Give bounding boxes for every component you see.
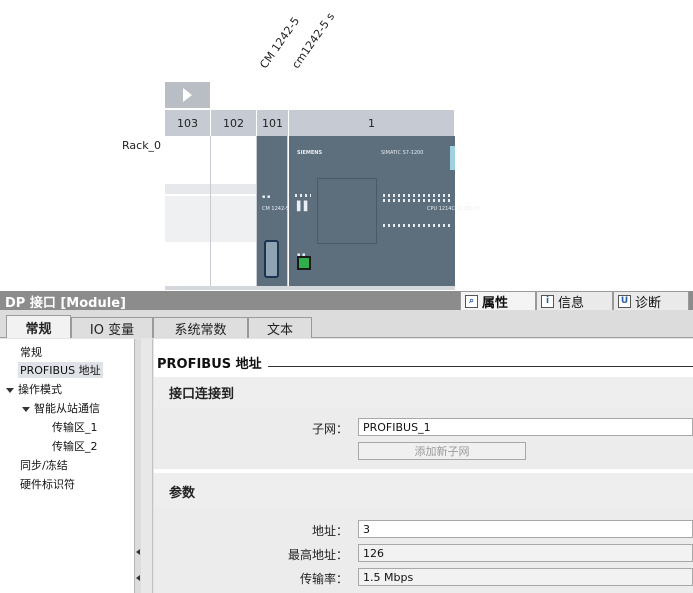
pane-splitter[interactable]	[141, 339, 153, 593]
section-title-parameters: 参数	[169, 486, 196, 501]
top-tab-properties-label: 属性	[482, 295, 509, 311]
scroll-left-icon[interactable]	[136, 575, 140, 581]
nav-item-i-slave-comm[interactable]: 智能从站通信	[22, 400, 100, 416]
nav-item-hw-identifier[interactable]: 硬件标识符	[20, 476, 75, 492]
highest-address-label: 最高地址：	[287, 548, 348, 562]
section-interface-networked: 接口连接到	[154, 377, 693, 407]
section-parameters: 参数	[154, 473, 693, 507]
inspector-window: DP 接口 [Module] ⌕ 属性 i 信息 U 诊断 常规 IO 变量 系…	[0, 291, 693, 593]
expand-arrow-icon	[183, 88, 192, 102]
nav-item-profibus-address[interactable]: PROFIBUS 地址	[18, 362, 103, 378]
property-nav-tree: 常规 PROFIBUS 地址 操作模式 智能从站通信 传输区_1 传输区_2 同…	[0, 339, 134, 593]
nav-item-sync-freeze[interactable]: 同步/冻结	[20, 457, 68, 473]
slot-header-102: 102	[211, 110, 257, 136]
slot-header-103: 103	[165, 110, 211, 136]
page-title: PROFIBUS 地址	[157, 357, 262, 372]
address-select[interactable]: 3	[358, 520, 693, 538]
transmission-rate-label: 传输率：	[299, 572, 348, 586]
nav-item-transfer-area-2[interactable]: 传输区_2	[52, 438, 98, 454]
cpu-module[interactable]: SIEMENS SIMATIC S7-1200 ▌▌ CPU 1214C DC/…	[289, 136, 482, 288]
heading-divider	[268, 366, 693, 367]
collapse-caret-icon[interactable]	[22, 406, 30, 412]
address-label: 地址：	[311, 524, 348, 538]
profibus-port-icon[interactable]	[264, 240, 279, 278]
cpu-front-panel	[317, 178, 377, 244]
scroll-left-icon[interactable]	[136, 549, 140, 555]
tab-io-tags[interactable]: IO 变量	[71, 317, 153, 338]
property-content: PROFIBUS 地址 接口连接到 子网： PROFIBUS_1 添加新子网 参…	[154, 339, 693, 593]
tab-general[interactable]: 常规	[6, 315, 71, 338]
rack-name: Rack_0	[122, 139, 162, 152]
rack-rail	[165, 286, 455, 290]
nav-item-operating-mode-label: 操作模式	[18, 383, 62, 396]
nav-item-i-slave-comm-label: 智能从站通信	[34, 402, 100, 415]
cpu-model: SIMATIC S7-1200	[381, 150, 424, 156]
cpu-brand: SIEMENS	[297, 150, 323, 156]
property-tabs: 常规 IO 变量 系统常数 文本	[0, 310, 693, 338]
tab-texts[interactable]: 文本	[248, 317, 312, 338]
subnet-label: 子网：	[311, 422, 348, 436]
slot-103[interactable]	[165, 136, 211, 288]
slot-header-101: 101	[257, 110, 289, 136]
cm1242-5-module[interactable]: ▪ ▪ CM 1242-5 DP	[257, 136, 298, 288]
slot-102[interactable]	[211, 136, 257, 288]
section-title-interface: 接口连接到	[169, 387, 235, 402]
top-tab-info-label: 信息	[558, 295, 585, 311]
properties-icon: ⌕	[465, 294, 478, 308]
section-interface-body: 子网： PROFIBUS_1 添加新子网	[154, 407, 693, 469]
nav-item-transfer-area-1[interactable]: 传输区_1	[52, 419, 98, 435]
tab-system-constants[interactable]: 系统常数	[153, 317, 248, 338]
top-tab-diagnostics-label: 诊断	[635, 295, 662, 311]
top-tab-properties[interactable]: ⌕ 属性	[460, 291, 536, 311]
subnet-select[interactable]: PROFIBUS_1	[358, 418, 693, 436]
add-new-subnet-button[interactable]: 添加新子网	[358, 442, 526, 460]
nav-item-general[interactable]: 常规	[20, 344, 42, 360]
top-tab-info[interactable]: i 信息	[536, 291, 613, 311]
nav-item-operating-mode[interactable]: 操作模式	[6, 381, 62, 397]
info-icon: i	[541, 294, 554, 308]
ethernet-port-icon[interactable]	[297, 256, 311, 270]
diagnostics-icon: U	[618, 294, 631, 308]
slot-header-1: 1	[289, 110, 455, 136]
highest-address-field[interactable]: 126	[358, 544, 693, 562]
top-tab-diagnostics[interactable]: U 诊断	[613, 291, 689, 311]
expand-rack-button[interactable]	[165, 82, 210, 108]
cpu-side-text: CPU 1214C DC/DC/DC	[427, 206, 482, 212]
device-view: CM 1242-5 cm1242-5 s 103 102 101 1 Rack_…	[0, 0, 693, 291]
section-parameters-body: 地址： 3 最高地址： 126 传输率： 1.5 Mbps	[154, 507, 693, 593]
transmission-rate-field[interactable]: 1.5 Mbps	[358, 568, 693, 586]
collapse-caret-icon[interactable]	[6, 387, 14, 393]
cpu-status-strip	[450, 146, 455, 170]
inspector-title: DP 接口 [Module]	[5, 296, 126, 311]
nav-scrollbar[interactable]	[134, 339, 141, 593]
